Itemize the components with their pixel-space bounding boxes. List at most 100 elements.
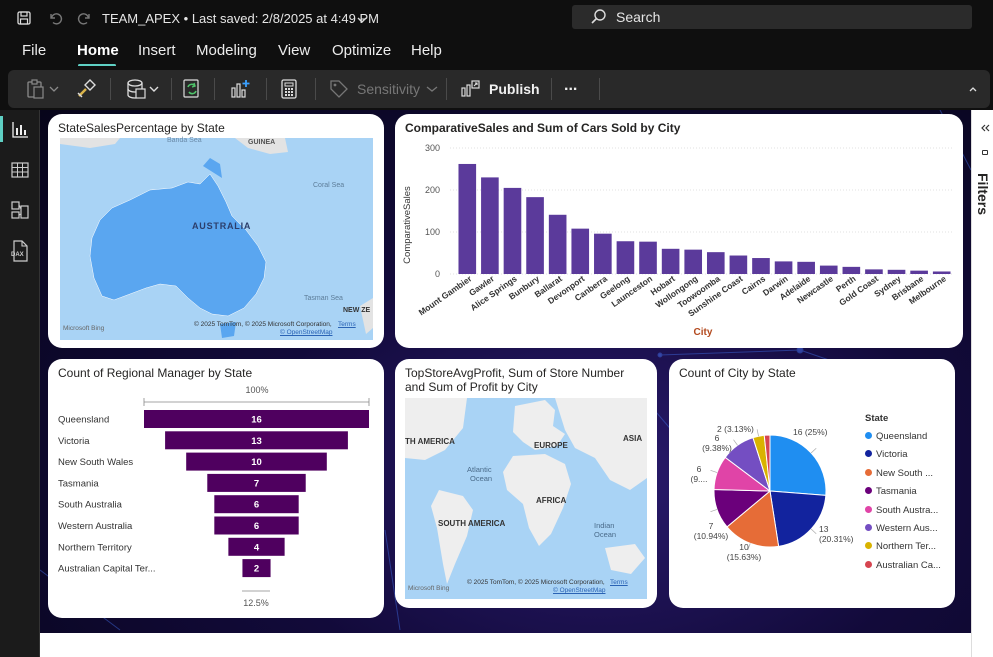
- map-osm-link[interactable]: © OpenStreetMap: [553, 587, 605, 594]
- redo-icon[interactable]: [75, 8, 95, 28]
- legend-item[interactable]: New South ...: [865, 468, 933, 479]
- comparative-sales-bar-visual[interactable]: ComparativeSales and Sum of Cars Sold by…: [395, 114, 963, 348]
- bar[interactable]: [752, 258, 770, 274]
- menu-insert[interactable]: Insert: [138, 42, 176, 59]
- legend-item[interactable]: Queensland: [865, 431, 927, 442]
- map-bing-logo: Microsoft Bing: [408, 585, 450, 592]
- y-tick-label: 100: [425, 227, 440, 237]
- legend-item[interactable]: Northern Ter...: [865, 541, 936, 552]
- table-view-icon[interactable]: [10, 160, 30, 180]
- funnel-category-label: Western Australia: [58, 521, 133, 532]
- more-options-button[interactable]: ...: [564, 75, 577, 97]
- new-measure-icon[interactable]: [280, 78, 298, 100]
- new-visual-icon[interactable]: [229, 78, 251, 100]
- bar[interactable]: [458, 163, 477, 274]
- bar[interactable]: [503, 187, 522, 274]
- format-painter-icon[interactable]: [76, 78, 96, 100]
- legend-label: South Austra...: [876, 504, 939, 516]
- dax-query-icon[interactable]: DAX: [10, 240, 30, 262]
- regional-manager-funnel-visual[interactable]: Count of Regional Manager by State 100% …: [48, 359, 384, 618]
- bar[interactable]: [661, 248, 680, 274]
- bar[interactable]: [729, 255, 748, 274]
- search-box[interactable]: Search: [572, 5, 972, 29]
- pie-chart[interactable]: 16 (25%)13(20.31%)10(15.63%)7(10.94%)6(9…: [669, 359, 859, 608]
- title-dropdown-icon[interactable]: [352, 10, 372, 30]
- funnel-chart[interactable]: 100% Queensland 16 Victoria 13 New South Wal…: [48, 359, 384, 618]
- bar[interactable]: [639, 241, 657, 274]
- publish-button[interactable]: Publish: [460, 78, 540, 100]
- state-sales-map-visual[interactable]: StateSalesPercentage by State Banda Sea …: [48, 114, 384, 348]
- legend-item[interactable]: Western Aus...: [865, 523, 938, 534]
- funnel-category-label: Victoria: [58, 436, 90, 447]
- undo-icon[interactable]: [45, 8, 65, 28]
- legend-label: Western Aus...: [876, 523, 938, 534]
- top-store-profit-map-visual[interactable]: TopStoreAvgProfit, Sum of Store Number a…: [395, 359, 657, 608]
- y-axis-label: ComparativeSales: [402, 186, 413, 264]
- search-placeholder: Search: [616, 9, 661, 25]
- bar[interactable]: [548, 214, 567, 274]
- legend-item[interactable]: Australian Ca...: [865, 560, 941, 571]
- filters-pane-collapsed[interactable]: Filters: [971, 110, 993, 657]
- pie-leader-line: [810, 447, 817, 454]
- legend-item[interactable]: South Austra...: [865, 505, 938, 516]
- bar[interactable]: [526, 197, 544, 274]
- ribbon-separator: [315, 78, 316, 100]
- ribbon-scroll-chevron-icon[interactable]: [968, 78, 978, 100]
- map-terms-link[interactable]: Terms: [338, 321, 356, 328]
- y-tick-label: 200: [425, 185, 440, 195]
- y-tick-label: 0: [435, 269, 440, 279]
- map-osm-link[interactable]: © OpenStreetMap: [280, 329, 332, 336]
- world-map[interactable]: TH AMERICA EUROPE ASIA Atlantic Ocean AF…: [405, 398, 647, 599]
- pie-slice[interactable]: [769, 490, 827, 547]
- get-data-button[interactable]: [125, 78, 161, 100]
- paste-button[interactable]: [26, 78, 60, 100]
- funnel-bottom-percent: 12.5%: [243, 598, 269, 608]
- funnel-value-label: 13: [251, 436, 262, 447]
- australia-map[interactable]: Banda Sea GUINEA AUSTRALIA Coral Sea Tas…: [60, 137, 373, 340]
- map-copyright: © 2025 TomTom, © 2025 Microsoft Corporat…: [467, 579, 605, 586]
- expand-pane-icon[interactable]: [980, 120, 990, 138]
- map-label-coral-sea: Coral Sea: [313, 182, 345, 189]
- legend-item[interactable]: Victoria: [865, 449, 908, 460]
- model-view-icon[interactable]: [10, 200, 30, 220]
- menu-file[interactable]: File: [22, 42, 46, 59]
- bar[interactable]: [797, 261, 815, 274]
- menu-help[interactable]: Help: [411, 42, 442, 59]
- sensitivity-button[interactable]: Sensitivity: [329, 78, 438, 100]
- bar-chart[interactable]: 3002001000 Mount GambierGawlerAlice Spri…: [395, 114, 963, 348]
- map-terms-link[interactable]: Terms: [610, 579, 628, 586]
- map-label-tasman-sea: Tasman Sea: [304, 295, 343, 302]
- bar[interactable]: [684, 249, 703, 274]
- pie-slice[interactable]: [769, 434, 827, 496]
- bar[interactable]: [819, 265, 838, 274]
- menu-view[interactable]: View: [278, 42, 310, 59]
- bar[interactable]: [594, 233, 612, 274]
- legend-label: Victoria: [876, 449, 908, 461]
- bar[interactable]: [616, 241, 635, 274]
- menu-optimize[interactable]: Optimize: [332, 42, 391, 59]
- menu-home[interactable]: Home: [77, 42, 119, 59]
- pie-data-label-pct: (10.94%): [694, 531, 729, 541]
- x-tick-label: Mount Gambier: [417, 273, 474, 317]
- funnel-category-label: Australian Capital Ter...: [58, 564, 156, 575]
- map-bing-logo: Microsoft Bing: [63, 325, 105, 332]
- funnel-category-label: New South Wales: [58, 457, 133, 468]
- report-view-icon[interactable]: [10, 120, 30, 140]
- funnel-category-label: Northern Territory: [58, 542, 132, 553]
- ribbon-area: Sensitivity Publish ...: [0, 66, 993, 110]
- city-count-pie-visual[interactable]: Count of City by State 16 (25%) 13 (20.31%…: [669, 359, 955, 608]
- save-icon[interactable]: [14, 8, 34, 28]
- bar[interactable]: [481, 177, 499, 274]
- funnel-top-percent: 100%: [245, 385, 268, 395]
- map-label-atlantic: Atlantic: [467, 465, 492, 474]
- file-name: TEAM_APEX: [102, 11, 181, 26]
- pie-data-label-pct: (9.38%): [702, 443, 732, 453]
- refresh-icon[interactable]: [181, 78, 203, 100]
- ribbon-toolbar: Sensitivity Publish ...: [8, 70, 990, 108]
- legend-item[interactable]: Tasmania: [865, 486, 917, 497]
- map-label-asia: ASIA: [623, 434, 643, 443]
- bar[interactable]: [571, 228, 590, 274]
- bar[interactable]: [706, 252, 725, 274]
- bar[interactable]: [774, 261, 793, 274]
- menu-modeling[interactable]: Modeling: [196, 42, 257, 59]
